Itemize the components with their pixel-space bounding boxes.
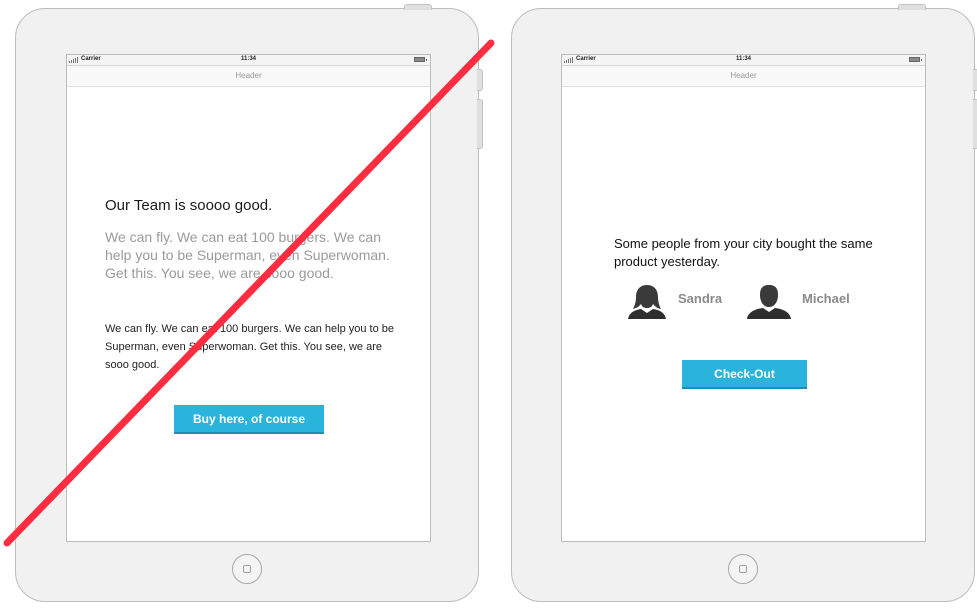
power-button (898, 4, 926, 10)
tablet-screen-left: Carrier 11:34 Header Our Team is soooo g… (66, 54, 431, 542)
light-paragraph: We can fly. We can eat 100 burgers. We c… (105, 229, 390, 281)
battery-icon (414, 57, 427, 62)
headline: Our Team is soooo good. (105, 197, 273, 214)
female-avatar-icon (628, 285, 666, 319)
home-square-icon (243, 565, 251, 573)
tablet-screen-right: Carrier 11:34 Header Some people from yo… (561, 54, 926, 542)
person-sandra: Sandra (626, 283, 736, 319)
buy-button[interactable]: Buy here, of course (174, 405, 324, 434)
dark-paragraph: We can fly. We can eat 100 burgers. We c… (105, 323, 395, 371)
home-button[interactable] (728, 554, 758, 584)
power-button (404, 4, 432, 10)
tablet-mockup-left: Carrier 11:34 Header Our Team is soooo g… (15, 4, 483, 602)
side-switch (477, 69, 483, 91)
status-bar: Carrier 11:34 (562, 55, 925, 66)
home-square-icon (739, 565, 747, 573)
home-button[interactable] (232, 554, 262, 584)
status-bar: Carrier 11:34 (67, 55, 430, 66)
volume-buttons (973, 99, 977, 149)
social-proof-message: Some people from your city bought the sa… (614, 236, 873, 269)
status-time: 11:34 (735, 56, 751, 62)
side-switch (973, 69, 977, 91)
person-michael: Michael (746, 283, 866, 319)
app-header: Header (67, 66, 430, 87)
status-time: 11:34 (240, 56, 256, 62)
person-name: Sandra (678, 291, 723, 306)
male-avatar-icon (747, 285, 791, 319)
app-header: Header (562, 66, 925, 87)
checkout-button[interactable]: Check-Out (682, 360, 807, 389)
person-name: Michael (802, 291, 850, 306)
tablet-mockup-right: Carrier 11:34 Header Some people from yo… (511, 4, 977, 602)
battery-icon (909, 57, 922, 62)
volume-buttons (477, 99, 483, 149)
